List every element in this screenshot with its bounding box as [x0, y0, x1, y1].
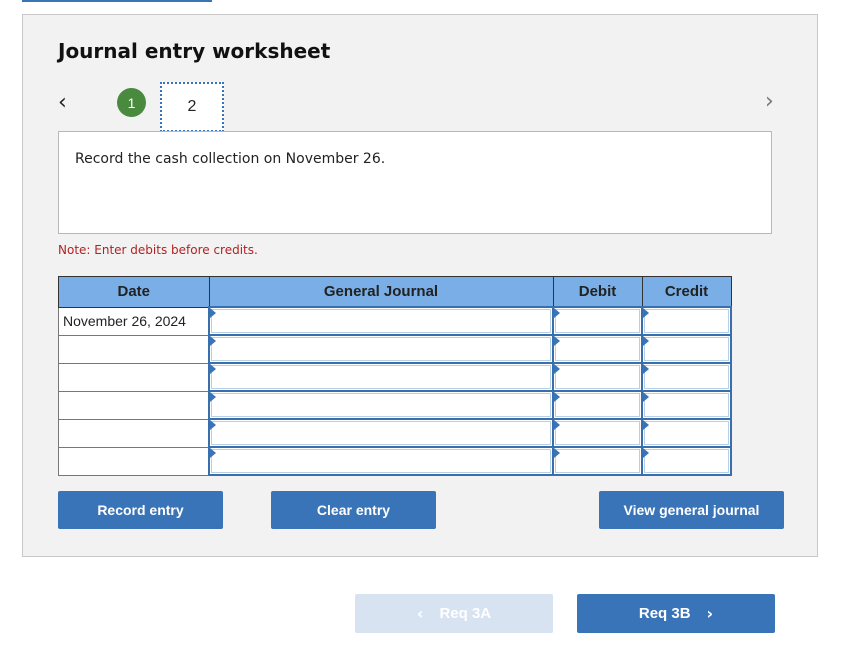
account-input-field[interactable]	[211, 449, 551, 473]
worksheet-title: Journal entry worksheet	[58, 39, 331, 63]
header-date: Date	[58, 276, 210, 308]
header-credit: Credit	[641, 276, 732, 308]
step-1-completed[interactable]: 1	[117, 88, 146, 117]
prev-requirement-button: ‹ Req 3A	[355, 594, 553, 633]
dropdown-marker-icon	[210, 308, 216, 318]
view-general-journal-button[interactable]: View general journal	[599, 491, 784, 529]
credit-input-field[interactable]	[644, 365, 729, 389]
debit-input[interactable]	[552, 334, 643, 364]
next-requirement-label: Req 3B	[638, 605, 691, 622]
dropdown-marker-icon	[554, 336, 560, 346]
credit-input-field[interactable]	[644, 309, 729, 333]
dropdown-marker-icon	[210, 420, 216, 430]
credit-input-field[interactable]	[644, 421, 729, 445]
debit-input-field[interactable]	[555, 393, 640, 417]
debit-input-field[interactable]	[555, 309, 640, 333]
debit-input-field[interactable]	[555, 337, 640, 361]
journal-entry-worksheet: Journal entry worksheet ‹ 1 2 › Record t…	[22, 14, 818, 557]
step-2-current[interactable]: 2	[160, 82, 224, 132]
account-input-field[interactable]	[211, 393, 551, 417]
dropdown-marker-icon	[210, 364, 216, 374]
dropdown-marker-icon	[554, 392, 560, 402]
table-row	[58, 446, 732, 476]
table-row	[58, 334, 732, 364]
debit-input[interactable]	[552, 362, 643, 392]
credit-input[interactable]	[641, 446, 732, 476]
dropdown-marker-icon	[643, 392, 649, 402]
credit-input[interactable]	[641, 334, 732, 364]
account-input[interactable]	[208, 418, 554, 448]
date-cell	[58, 418, 210, 448]
journal-table: Date General Journal Debit Credit Novemb…	[58, 276, 732, 476]
table-header-row: Date General Journal Debit Credit	[58, 276, 732, 308]
account-input[interactable]	[208, 334, 554, 364]
dropdown-marker-icon	[210, 336, 216, 346]
dropdown-marker-icon	[554, 448, 560, 458]
debit-input[interactable]	[552, 306, 643, 336]
account-input[interactable]	[208, 306, 554, 336]
dropdown-marker-icon	[643, 448, 649, 458]
header-general-journal: General Journal	[208, 276, 554, 308]
dropdown-marker-icon	[643, 420, 649, 430]
credit-input[interactable]	[641, 306, 732, 336]
debit-credit-note: Note: Enter debits before credits.	[58, 243, 258, 257]
table-row	[58, 390, 732, 420]
debit-input-field[interactable]	[555, 449, 640, 473]
account-input-field[interactable]	[211, 365, 551, 389]
credit-input[interactable]	[641, 418, 732, 448]
dropdown-marker-icon	[210, 392, 216, 402]
header-debit: Debit	[552, 276, 643, 308]
table-row: November 26, 2024	[58, 306, 732, 336]
prompt-box: Record the cash collection on November 2…	[58, 131, 772, 234]
account-input-field[interactable]	[211, 337, 551, 361]
credit-input-field[interactable]	[644, 337, 729, 361]
prev-requirement-label: Req 3A	[439, 605, 492, 622]
date-cell	[58, 446, 210, 476]
credit-input-field[interactable]	[644, 449, 729, 473]
date-cell: November 26, 2024	[58, 306, 210, 336]
chevron-right-icon[interactable]: ›	[765, 89, 774, 114]
credit-input[interactable]	[641, 390, 732, 420]
chevron-right-icon: ›	[706, 604, 714, 623]
table-row	[58, 418, 732, 448]
account-input[interactable]	[208, 362, 554, 392]
date-cell	[58, 390, 210, 420]
date-cell	[58, 362, 210, 392]
account-input[interactable]	[208, 446, 554, 476]
clear-entry-button[interactable]: Clear entry	[271, 491, 436, 529]
record-entry-button[interactable]: Record entry	[58, 491, 223, 529]
dropdown-marker-icon	[554, 420, 560, 430]
account-input[interactable]	[208, 390, 554, 420]
date-cell	[58, 334, 210, 364]
table-row	[58, 362, 732, 392]
account-input-field[interactable]	[211, 309, 551, 333]
debit-input[interactable]	[552, 446, 643, 476]
account-input-field[interactable]	[211, 421, 551, 445]
debit-input-field[interactable]	[555, 421, 640, 445]
debit-input-field[interactable]	[555, 365, 640, 389]
debit-input[interactable]	[552, 418, 643, 448]
chevron-left-icon: ‹	[416, 604, 424, 623]
credit-input-field[interactable]	[644, 393, 729, 417]
prompt-text: Record the cash collection on November 2…	[75, 151, 386, 167]
dropdown-marker-icon	[643, 336, 649, 346]
dropdown-marker-icon	[643, 308, 649, 318]
debit-input[interactable]	[552, 390, 643, 420]
next-requirement-button[interactable]: Req 3B ›	[577, 594, 775, 633]
dropdown-marker-icon	[643, 364, 649, 374]
dropdown-marker-icon	[210, 448, 216, 458]
dropdown-marker-icon	[554, 308, 560, 318]
chevron-left-icon[interactable]: ‹	[58, 90, 67, 115]
active-tab-indicator	[22, 0, 212, 2]
dropdown-marker-icon	[554, 364, 560, 374]
credit-input[interactable]	[641, 362, 732, 392]
